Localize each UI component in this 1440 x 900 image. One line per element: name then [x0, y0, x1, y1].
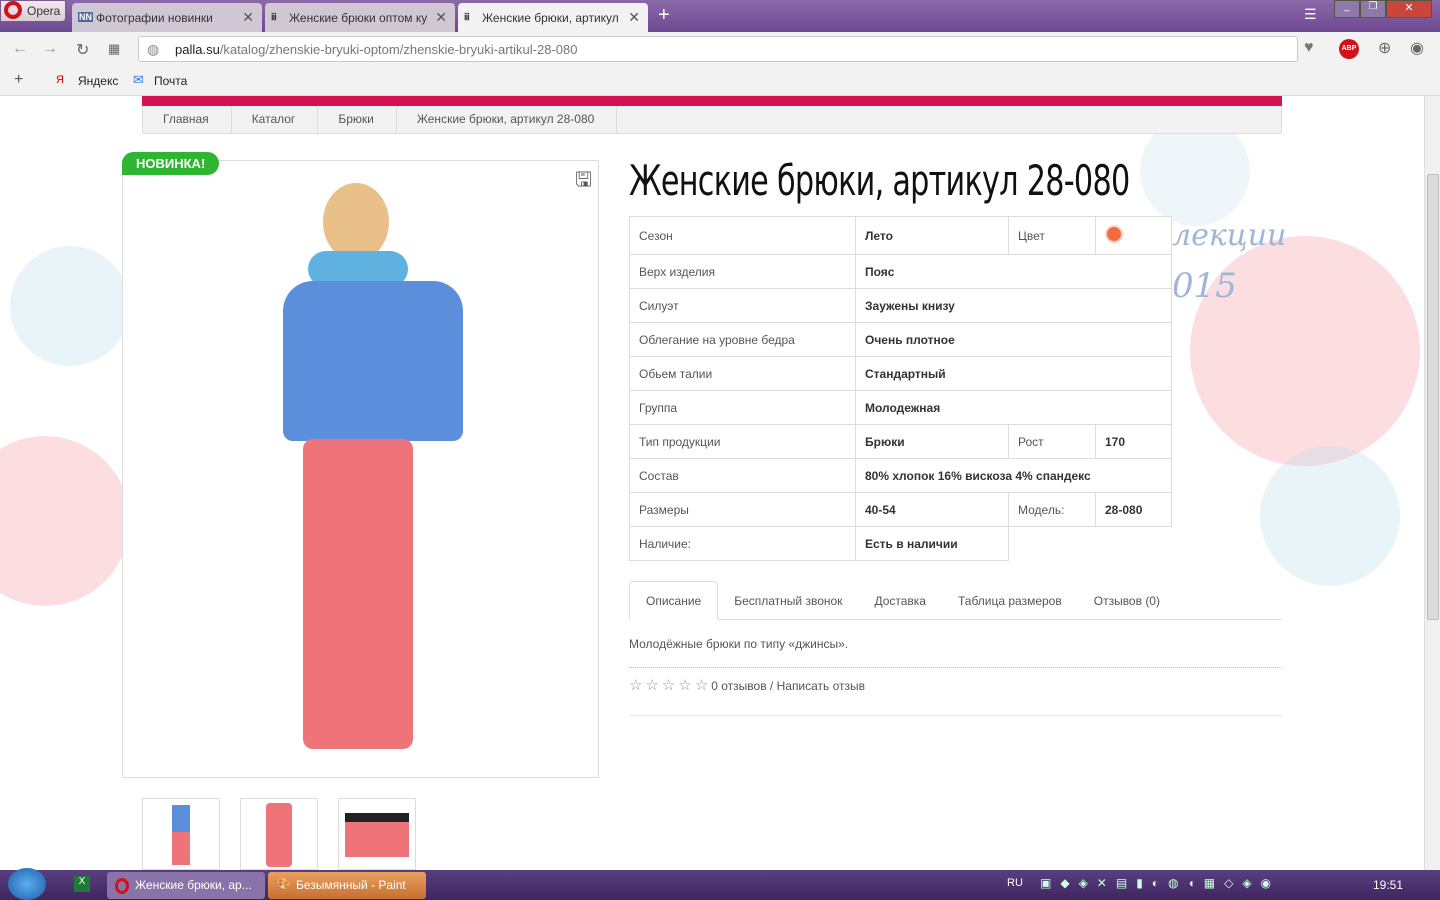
scrollbar[interactable] — [1424, 96, 1440, 870]
globe-icon: ◍ — [147, 41, 160, 57]
account-icon[interactable]: ◉ — [1410, 38, 1424, 58]
adblock-icon[interactable]: ABP — [1339, 39, 1359, 59]
close-window-button[interactable]: ✕ — [1386, 0, 1432, 18]
window-controls: _ ❐ ✕ — [1334, 0, 1434, 18]
write-review-link[interactable]: 0 отзывов / Написать отзыв — [711, 679, 865, 693]
tab-delivery[interactable]: Доставка — [858, 582, 942, 621]
table-row: Сезон Лето Цвет — [629, 216, 1172, 255]
background-text: 015 — [1172, 266, 1237, 306]
rating: ☆ ☆ ☆ ☆ ☆ 0 отзывов / Написать отзыв — [629, 676, 865, 694]
opera-menu-button[interactable]: Opera — [0, 0, 66, 22]
excel-icon[interactable]: X — [74, 876, 90, 892]
close-tab-icon[interactable]: ✕ — [628, 9, 640, 26]
opera-logo-icon — [4, 1, 22, 19]
start-button[interactable] — [8, 868, 46, 900]
bookmarks-bar: + Я Яндекс ✉ Почта — [0, 66, 1440, 96]
thumbnail[interactable] — [142, 798, 220, 870]
divider — [629, 715, 1282, 716]
site-icon: ⅲ — [271, 12, 277, 22]
page-title: Женские брюки, артикул 28-080 — [629, 156, 1130, 205]
site-icon: ⅲ — [464, 12, 470, 22]
close-tab-icon[interactable]: ✕ — [242, 9, 254, 26]
tray-icons[interactable]: ▣◆◈✕▤▮◐◍◖▦◇◈◉ — [1040, 876, 1280, 890]
yandex-icon: Я — [56, 74, 64, 86]
address-toolbar: ← → ↻ ▦ ◍ palla.su/katalog/zhenskie-bryuk… — [0, 32, 1440, 66]
new-tab-button[interactable]: + — [658, 4, 670, 27]
language-indicator[interactable]: RU — [1007, 877, 1023, 889]
product-image[interactable]: 🖫 — [122, 160, 599, 778]
color-swatch[interactable] — [1105, 225, 1123, 243]
scrollbar-thumb[interactable] — [1427, 174, 1439, 620]
download-icon[interactable]: ⊕ — [1378, 38, 1391, 58]
clock[interactable]: 19:51 — [1373, 878, 1403, 892]
browser-tab-active[interactable]: ⅲ Женские брюки, артикул ✕ — [458, 3, 648, 32]
bookmark-mail[interactable]: Почта — [154, 74, 187, 88]
table-row: Размеры 40-54 Модель: 28-080 — [629, 492, 1172, 527]
model-trousers — [303, 439, 413, 749]
browser-tab[interactable]: NN Фотографии новинки ✕ — [72, 3, 262, 32]
table-row: Верх изделия Пояс — [629, 254, 1172, 289]
table-row: Состав 80% хлопок 16% вискоза 4% спандекс — [629, 458, 1172, 493]
product-description: Молодёжные брюки по типу «джинсы». — [629, 637, 849, 651]
tab-size-chart[interactable]: Таблица размеров — [942, 582, 1078, 621]
table-row: Силуэт Заужены книзу — [629, 288, 1172, 323]
breadcrumb-catalog[interactable]: Каталог — [232, 106, 319, 133]
star-icon: ☆ — [661, 677, 676, 694]
bookmark-yandex[interactable]: Яндекс — [78, 74, 118, 88]
nn-icon: NN — [78, 12, 93, 22]
tab-free-call[interactable]: Бесплатный звонок — [718, 582, 858, 621]
taskbar-item-paint[interactable]: 🎨 Безымянный - Paint — [268, 872, 426, 899]
star-icon: ☆ — [694, 677, 709, 694]
reload-icon[interactable]: ↻ — [76, 40, 89, 60]
thumbnail[interactable] — [338, 798, 416, 870]
tab-reviews[interactable]: Отзывов (0) — [1078, 582, 1176, 621]
model-top — [283, 281, 463, 441]
thumbnail[interactable] — [240, 798, 318, 870]
opera-icon — [115, 878, 129, 894]
table-row: Группа Молодежная — [629, 390, 1172, 425]
model-head — [323, 183, 389, 261]
breadcrumb-current: Женские брюки, артикул 28-080 — [397, 106, 618, 133]
forward-icon[interactable]: → — [42, 40, 58, 58]
taskbar-item-opera[interactable]: Женские брюки, ар... — [107, 872, 265, 899]
tab-description[interactable]: Описание — [629, 581, 719, 620]
star-icon: ☆ — [629, 677, 643, 694]
heart-icon[interactable]: ♥ — [1304, 39, 1314, 57]
tab-menu-icon[interactable]: ☰ — [1304, 6, 1317, 23]
add-bookmark-icon[interactable]: + — [14, 71, 23, 89]
browser-tab[interactable]: ⅲ Женские брюки оптом ку ✕ — [265, 3, 455, 32]
breadcrumb: Главная Каталог Брюки Женские брюки, артику… — [142, 106, 1282, 134]
minimize-button[interactable]: _ — [1334, 0, 1360, 18]
close-tab-icon[interactable]: ✕ — [435, 9, 447, 26]
back-icon[interactable]: ← — [12, 40, 28, 58]
breadcrumb-trousers[interactable]: Брюки — [318, 106, 397, 133]
table-row: Тип продукции Брюки Рост 170 — [629, 424, 1172, 459]
breadcrumb-home[interactable]: Главная — [143, 106, 232, 133]
web-page: лекции 015 Главная Каталог Брюки Женские бр… — [0, 96, 1424, 870]
spec-table: Сезон Лето Цвет Верх изделия Пояс Силуэт Зау… — [629, 216, 1172, 561]
browser-tab-bar: Opera NN Фотографии новинки ✕ ⅲ Женские брю… — [0, 0, 1440, 32]
address-input[interactable]: ◍ palla.su/katalog/zhenskie-bryuki-optom/… — [138, 36, 1298, 62]
speed-dial-icon[interactable]: ▦ — [108, 41, 120, 57]
table-row: Облегание на уровне бедра Очень плотное — [629, 322, 1172, 357]
mail-icon: ✉ — [133, 72, 144, 87]
divider — [629, 667, 1282, 668]
save-icon[interactable]: 🖫 — [575, 165, 592, 199]
windows-taskbar: X Женские брюки, ар... 🎨 Безымянный - Pai… — [0, 868, 1440, 900]
star-icon: ☆ — [645, 677, 659, 694]
background-text: лекции — [1172, 218, 1287, 253]
star-icon: ☆ — [678, 677, 692, 694]
header-accent-bar — [142, 96, 1282, 106]
paint-icon: 🎨 — [276, 877, 291, 891]
product-tabs: Описание Бесплатный звонок Доставка Таблица… — [629, 581, 1282, 620]
new-badge: НОВИНКА! — [122, 152, 220, 175]
maximize-button[interactable]: ❐ — [1360, 0, 1386, 18]
table-row: Наличие: Есть в наличии — [629, 526, 1172, 561]
table-row: Обьем талии Стандартный — [629, 356, 1172, 391]
